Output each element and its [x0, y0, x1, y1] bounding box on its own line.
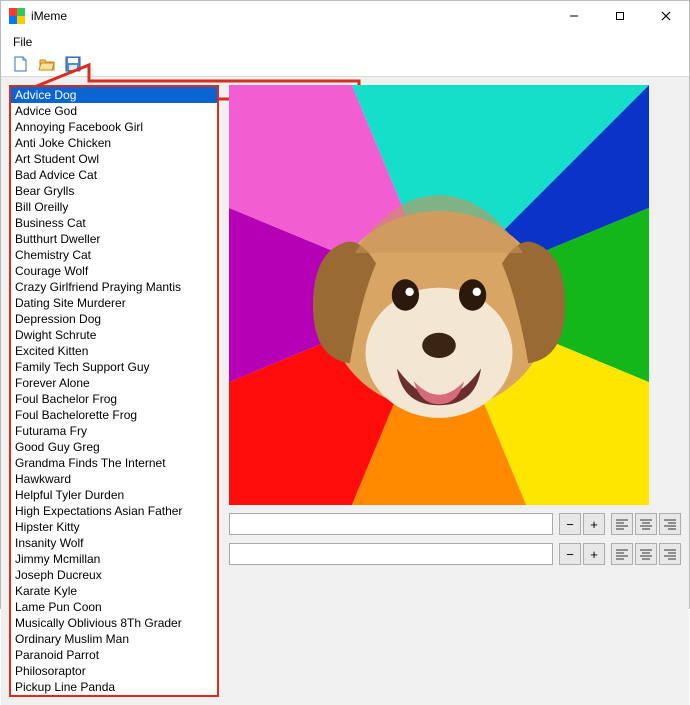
template-list-highlight: Advice DogAdvice GodAnnoying Facebook Gi…: [9, 85, 219, 697]
list-item[interactable]: Lame Pun Coon: [11, 599, 217, 615]
list-item[interactable]: Ordinary Muslim Man: [11, 631, 217, 647]
list-item[interactable]: Jimmy Mcmillan: [11, 551, 217, 567]
list-item[interactable]: Excited Kitten: [11, 343, 217, 359]
list-item[interactable]: Bear Grylls: [11, 183, 217, 199]
window-controls: [551, 1, 689, 31]
top-align-center-button[interactable]: [635, 513, 657, 535]
list-item[interactable]: Advice God: [11, 103, 217, 119]
bottom-align-center-button[interactable]: [635, 543, 657, 565]
list-item[interactable]: High Expectations Asian Father: [11, 503, 217, 519]
app-window: iMeme File: [0, 0, 690, 609]
caption-rows: − + − +: [229, 513, 681, 565]
list-item[interactable]: Musically Oblivious 8Th Grader: [11, 615, 217, 631]
list-item[interactable]: Foul Bachelorette Frog: [11, 407, 217, 423]
list-item[interactable]: Advice Dog: [11, 87, 217, 103]
file-menu[interactable]: File: [7, 33, 38, 51]
list-item[interactable]: Paranoid Parrot: [11, 647, 217, 663]
open-folder-icon: [38, 55, 56, 73]
top-text-input[interactable]: [229, 513, 553, 535]
new-file-icon: [12, 55, 30, 73]
open-button[interactable]: [37, 54, 57, 74]
list-item[interactable]: Family Tech Support Guy: [11, 359, 217, 375]
bottom-text-input[interactable]: [229, 543, 553, 565]
template-listbox[interactable]: Advice DogAdvice GodAnnoying Facebook Gi…: [11, 87, 217, 695]
client-area: Advice DogAdvice GodAnnoying Facebook Gi…: [1, 77, 689, 705]
bottom-font-increase-button[interactable]: +: [583, 543, 605, 565]
window-title: iMeme: [31, 9, 551, 23]
save-button[interactable]: [63, 54, 83, 74]
app-icon: [9, 8, 25, 24]
list-item[interactable]: Karate Kyle: [11, 583, 217, 599]
list-item[interactable]: Courage Wolf: [11, 263, 217, 279]
new-file-button[interactable]: [11, 54, 31, 74]
right-panel: − + − +: [229, 85, 681, 697]
list-item[interactable]: Hawkward: [11, 471, 217, 487]
bottom-caption-row: − +: [229, 543, 681, 565]
save-icon: [64, 55, 82, 73]
list-item[interactable]: Forever Alone: [11, 375, 217, 391]
list-item[interactable]: Futurama Fry: [11, 423, 217, 439]
list-item[interactable]: Good Guy Greg: [11, 439, 217, 455]
list-item[interactable]: Foul Bachelor Frog: [11, 391, 217, 407]
list-item[interactable]: Chemistry Cat: [11, 247, 217, 263]
list-item[interactable]: Hipster Kitty: [11, 519, 217, 535]
top-caption-row: − +: [229, 513, 681, 535]
close-button[interactable]: [643, 1, 689, 31]
maximize-button[interactable]: [597, 1, 643, 31]
list-item[interactable]: Joseph Ducreux: [11, 567, 217, 583]
list-item[interactable]: Butthurt Dweller: [11, 231, 217, 247]
list-item[interactable]: Pickup Line Panda: [11, 679, 217, 695]
list-item[interactable]: Bad Advice Cat: [11, 167, 217, 183]
bottom-align-left-button[interactable]: [611, 543, 633, 565]
list-item[interactable]: Grandma Finds The Internet: [11, 455, 217, 471]
template-panel: Advice DogAdvice GodAnnoying Facebook Gi…: [9, 85, 219, 697]
top-align-left-button[interactable]: [611, 513, 633, 535]
top-font-increase-button[interactable]: +: [583, 513, 605, 535]
menubar: File: [1, 31, 689, 52]
list-item[interactable]: Annoying Facebook Girl: [11, 119, 217, 135]
list-item[interactable]: Dwight Schrute: [11, 327, 217, 343]
list-item[interactable]: Dating Site Murderer: [11, 295, 217, 311]
bottom-font-decrease-button[interactable]: −: [559, 543, 581, 565]
titlebar: iMeme: [1, 1, 689, 31]
list-item[interactable]: Depression Dog: [11, 311, 217, 327]
toolbar: [1, 52, 689, 77]
list-item[interactable]: Anti Joke Chicken: [11, 135, 217, 151]
list-item[interactable]: Philosoraptor: [11, 663, 217, 679]
meme-preview: [229, 85, 649, 505]
top-align-right-button[interactable]: [659, 513, 681, 535]
list-item[interactable]: Art Student Owl: [11, 151, 217, 167]
minimize-button[interactable]: [551, 1, 597, 31]
list-item[interactable]: Business Cat: [11, 215, 217, 231]
bottom-align-right-button[interactable]: [659, 543, 681, 565]
list-item[interactable]: Helpful Tyler Durden: [11, 487, 217, 503]
list-item[interactable]: Bill Oreilly: [11, 199, 217, 215]
list-item[interactable]: Insanity Wolf: [11, 535, 217, 551]
top-font-decrease-button[interactable]: −: [559, 513, 581, 535]
list-item[interactable]: Crazy Girlfriend Praying Mantis: [11, 279, 217, 295]
